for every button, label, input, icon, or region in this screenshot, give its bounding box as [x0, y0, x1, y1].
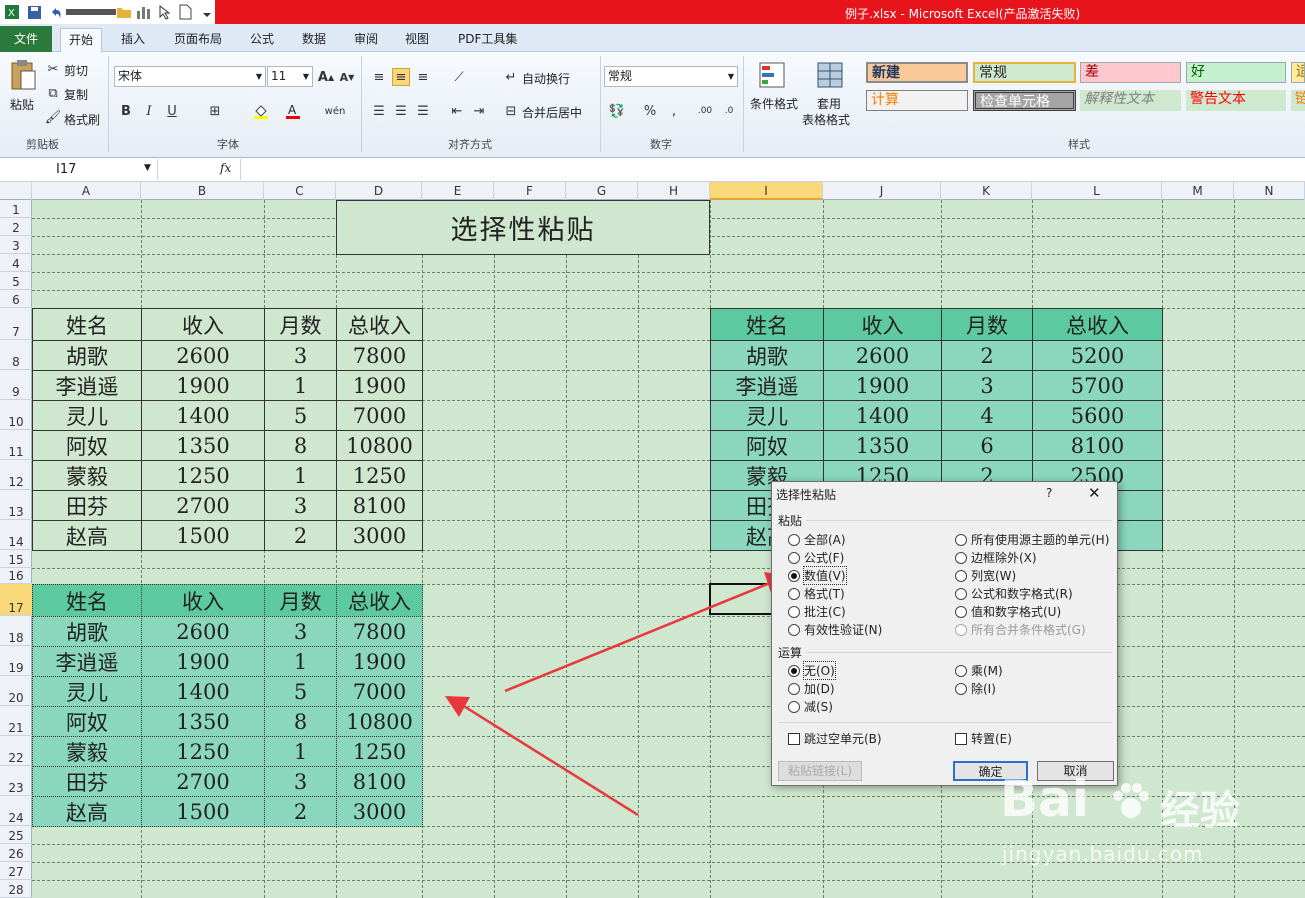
divider: [778, 722, 1112, 723]
radio-circle: [955, 551, 967, 564]
dialog-title: 选择性粘贴: [776, 488, 837, 502]
radio-circle: [955, 605, 967, 618]
radio-option[interactable]: 格式(T): [788, 585, 845, 602]
radio-label: 无(O): [803, 661, 836, 680]
divider: [806, 652, 1112, 653]
radio-label: 列宽(W): [971, 569, 1017, 583]
transpose-checkbox[interactable]: 转置(E): [955, 730, 1012, 747]
paste-link-button[interactable]: 粘贴链接(L): [778, 761, 862, 781]
radio-label: 减(S): [804, 700, 833, 714]
radio-circle: [788, 682, 800, 695]
radio-label: 公式和数字格式(R): [971, 587, 1073, 601]
radio-label: 所有使用源主题的单元(H): [971, 533, 1110, 547]
help-icon[interactable]: ?: [1046, 486, 1052, 500]
baidu-watermark: Bai 经验 jingyan.baidu.com: [1000, 770, 1300, 870]
arrow-line: [504, 581, 771, 693]
paste-section-label: 粘贴: [778, 514, 803, 528]
radio-circle: [788, 623, 800, 636]
radio-label: 所有合并条件格式(G): [971, 623, 1086, 637]
radio-label: 加(D): [804, 682, 835, 696]
watermark-url: jingyan.baidu.com: [1002, 842, 1204, 866]
radio-option[interactable]: 公式和数字格式(R): [955, 585, 1073, 602]
radio-label: 公式(F): [804, 551, 845, 565]
radio-circle: [788, 587, 800, 600]
radio-option[interactable]: 列宽(W): [955, 567, 1016, 584]
radio-circle: [955, 533, 967, 546]
checkbox-box: [788, 732, 800, 745]
radio-label: 数值(V): [803, 566, 847, 585]
paw-icon: [1110, 782, 1152, 827]
radio-circle: [788, 605, 800, 618]
radio-option[interactable]: 数值(V): [788, 566, 847, 585]
radio-label: 值和数字格式(U): [971, 605, 1062, 619]
arrow-line: [461, 703, 639, 817]
radio-circle: [955, 664, 967, 677]
watermark-brand-2: 经验: [1160, 788, 1240, 834]
radio-circle: [788, 533, 800, 546]
radio-label: 全部(A): [804, 533, 846, 547]
close-icon[interactable]: ✕: [1088, 484, 1101, 502]
radio-circle: [788, 569, 800, 582]
radio-option[interactable]: 所有使用源主题的单元(H): [955, 531, 1109, 548]
radio-option[interactable]: 减(S): [788, 698, 833, 715]
radio-option[interactable]: 乘(M): [955, 662, 1003, 679]
divider: [806, 520, 1112, 521]
radio-option[interactable]: 批注(C): [788, 603, 846, 620]
radio-circle: [788, 700, 800, 713]
radio-label: 乘(M): [971, 664, 1003, 678]
skip-blanks-label: 跳过空单元(B): [804, 732, 882, 746]
radio-option[interactable]: 有效性验证(N): [788, 621, 882, 638]
radio-circle: [955, 587, 967, 600]
radio-option[interactable]: 除(I): [955, 680, 996, 697]
radio-label: 边框除外(X): [971, 551, 1037, 565]
operation-section-label: 运算: [778, 646, 803, 660]
radio-option[interactable]: 全部(A): [788, 531, 846, 548]
radio-circle: [788, 664, 800, 677]
radio-option[interactable]: 加(D): [788, 680, 835, 697]
radio-label: 有效性验证(N): [804, 623, 883, 637]
radio-label: 批注(C): [804, 605, 846, 619]
radio-option[interactable]: 所有合并条件格式(G): [955, 621, 1086, 638]
radio-circle: [788, 551, 800, 564]
watermark-brand: Bai: [1000, 770, 1089, 828]
radio-option[interactable]: 值和数字格式(U): [955, 603, 1061, 620]
radio-label: 除(I): [971, 682, 996, 696]
skip-blanks-checkbox[interactable]: 跳过空单元(B): [788, 730, 882, 747]
radio-circle: [955, 682, 967, 695]
radio-option[interactable]: 公式(F): [788, 549, 844, 566]
radio-option[interactable]: 边框除外(X): [955, 549, 1037, 566]
radio-label: 格式(T): [804, 587, 845, 601]
radio-circle: [955, 569, 967, 582]
paste-special-dialog: 选择性粘贴 ? ✕ 粘贴 全部(A) 公式(F) 数值(V) 格式(T) 批注(C) 有效…: [771, 481, 1118, 786]
transpose-label: 转置(E): [971, 732, 1012, 746]
radio-circle: [955, 623, 967, 636]
radio-option[interactable]: 无(O): [788, 661, 836, 680]
checkbox-box: [955, 732, 967, 745]
